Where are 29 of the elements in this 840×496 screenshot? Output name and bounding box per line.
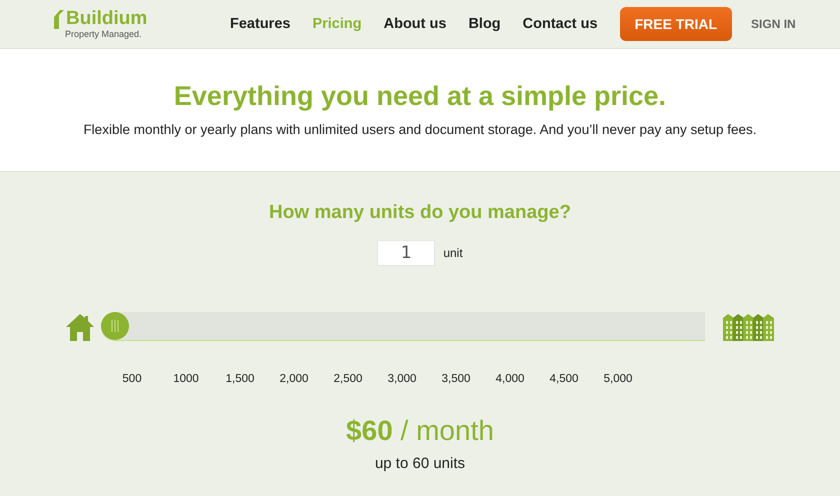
price-text: $60 / month — [346, 415, 494, 447]
scale-label: 500 — [121, 373, 143, 385]
unit-limit-text: up to 60 units — [374, 455, 466, 472]
scale-label: 3,000 — [386, 373, 418, 385]
units-field[interactable]: 1 — [377, 240, 436, 266]
nav-link[interactable]: About us — [384, 16, 446, 32]
scale-label: 4,500 — [548, 373, 580, 385]
logo-tagline: Property Managed. — [65, 29, 143, 39]
units-label: unit — [443, 246, 463, 260]
units-question: How many units do you manage? — [269, 202, 571, 224]
house-icon — [65, 312, 95, 340]
scale-label: 1000 — [172, 373, 200, 385]
scale-label: 3,500 — [440, 373, 472, 385]
nav-link[interactable]: Features — [230, 16, 290, 32]
scale-label: 2,000 — [278, 373, 310, 385]
nav-link[interactable]: Blog — [468, 16, 501, 32]
scale-label: 5,000 — [602, 373, 634, 385]
sign-in-link[interactable]: SIGN IN — [751, 17, 796, 31]
logo-text: Buildium — [66, 9, 148, 29]
hero-subtitle: Flexible monthly or yearly plans with unlimited users and document storage. And you’ll never pay any setup fees. — [83, 122, 757, 137]
scale-label: 2,500 — [332, 373, 364, 385]
slider-thumb[interactable] — [101, 312, 129, 340]
nav-link[interactable]: Contact us — [522, 16, 598, 32]
logo-icon — [52, 9, 65, 29]
scale-label: 4,000 — [494, 373, 526, 385]
scale-label: 1,500 — [224, 373, 256, 385]
hero-title: Everything you need at a simple price. — [174, 81, 666, 112]
apartment-buildings-icon — [723, 312, 775, 340]
units-slider[interactable] — [101, 312, 705, 341]
